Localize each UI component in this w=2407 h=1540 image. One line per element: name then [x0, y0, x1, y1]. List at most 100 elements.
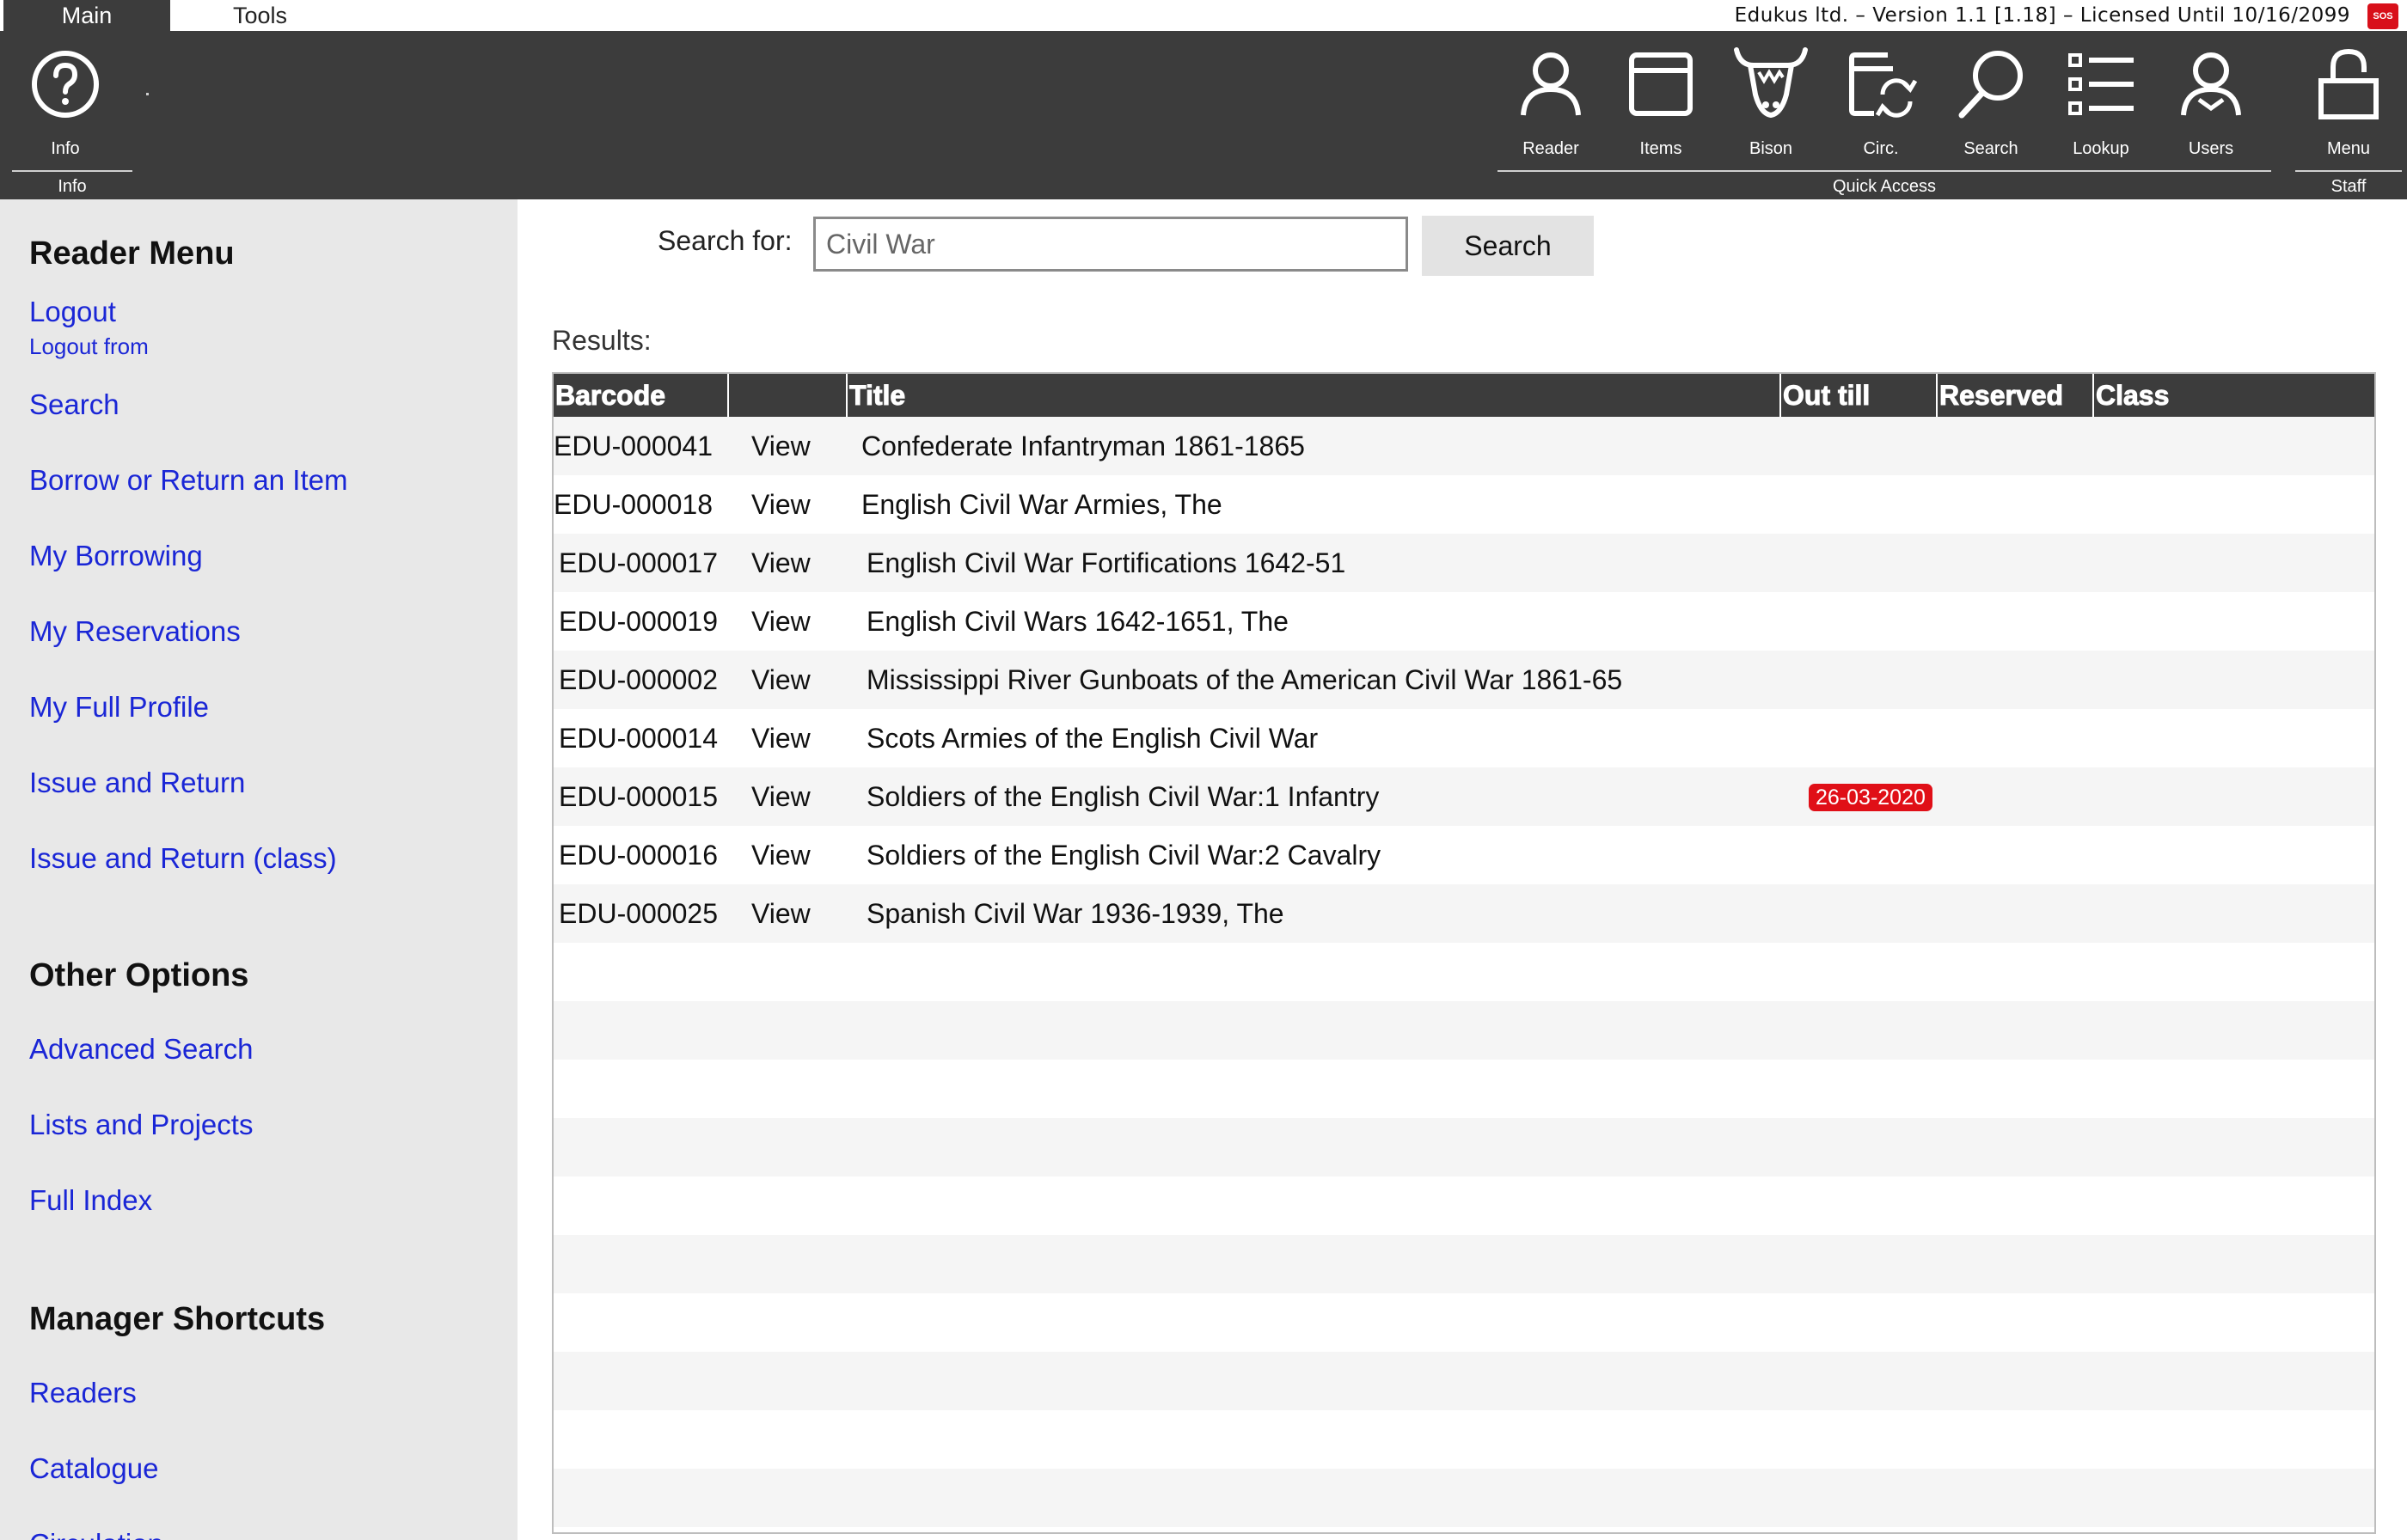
column-header-title[interactable]: Title	[848, 374, 1707, 417]
empty-row	[554, 1352, 2374, 1410]
sidebar-item-my-borrowing[interactable]: My Borrowing	[29, 540, 203, 572]
person-icon	[1521, 52, 1581, 116]
empty-row	[554, 1235, 2374, 1293]
title-cell: English Civil War Armies, The	[861, 489, 1222, 520]
column-header-barcode[interactable]: Barcode	[554, 374, 674, 417]
question-circle-icon	[32, 51, 99, 118]
column-header-view	[729, 374, 844, 417]
bison-icon	[1734, 47, 1808, 118]
quick-access-group-label: Quick Access	[1832, 177, 1937, 196]
staff-group-line	[2295, 170, 2402, 172]
table-row[interactable]: EDU-000018 View English Civil War Armies…	[554, 475, 2374, 534]
sidebar-item-logout-from[interactable]: Logout from	[29, 333, 149, 360]
title-cell: English Civil War Fortifications 1642-51	[867, 547, 1346, 578]
tab-strip: Main Tools Edukus ltd. – Version 1.1 [1.…	[0, 0, 2407, 31]
users-button[interactable]: Users	[2158, 43, 2264, 189]
empty-row	[554, 943, 2374, 1001]
items-label: Items	[1639, 139, 1682, 158]
tab-tools[interactable]: Tools	[172, 0, 348, 31]
title-cell: Spanish Civil War 1936-1939, The	[867, 898, 1284, 929]
empty-row	[554, 1293, 2374, 1352]
reader-button[interactable]: Reader	[1497, 43, 1604, 189]
view-link[interactable]: View	[751, 709, 811, 767]
reserved-date-badge: 26-03-2020	[1809, 784, 1932, 811]
lookup-label: Lookup	[2073, 139, 2129, 158]
circulation-label: Circ.	[1863, 139, 1899, 158]
column-header-reserved[interactable]: Reserved	[1938, 374, 2084, 417]
table-body: EDU-000041 View Confederate Infantryman …	[554, 417, 2374, 1532]
table-row[interactable]: EDU-000002 View Mississippi River Gunboa…	[554, 651, 2374, 709]
barcode-cell: EDU-000014	[559, 723, 718, 754]
menu-button[interactable]: Menu	[2295, 43, 2402, 189]
view-link[interactable]: View	[751, 592, 811, 651]
empty-row	[554, 1118, 2374, 1176]
column-header-class[interactable]: Class	[2094, 374, 2266, 417]
search-input[interactable]	[813, 217, 1408, 272]
view-link[interactable]: View	[751, 534, 811, 592]
search-button[interactable]: Search	[1422, 216, 1594, 276]
view-link[interactable]: View	[751, 475, 811, 534]
window-icon	[1629, 52, 1693, 116]
view-link[interactable]: View	[751, 826, 811, 884]
table-row[interactable]: EDU-000017 View English Civil War Fortif…	[554, 534, 2374, 592]
barcode-cell: EDU-000002	[559, 664, 718, 695]
tab-main[interactable]: Main	[3, 0, 170, 31]
sidebar-item-my-reservations[interactable]: My Reservations	[29, 615, 241, 648]
manager-shortcuts-heading: Manager Shortcuts	[29, 1301, 326, 1337]
results-label: Results:	[552, 325, 652, 356]
barcode-cell: EDU-000019	[559, 606, 718, 637]
sidebar-item-search[interactable]: Search	[29, 388, 119, 421]
users-icon	[2181, 52, 2241, 116]
toolbar-dot	[146, 93, 149, 95]
table-row[interactable]: EDU-000014 View Scots Armies of the Engl…	[554, 709, 2374, 767]
search-toolbar-label: Search	[1963, 139, 2018, 158]
sidebar-item-logout[interactable]: Logout	[29, 296, 116, 328]
title-cell: English Civil Wars 1642-1651, The	[867, 606, 1289, 637]
table-row[interactable]: EDU-000016 View Soldiers of the English …	[554, 826, 2374, 884]
circulation-button[interactable]: Circ.	[1828, 43, 1934, 189]
bison-button[interactable]: Bison	[1718, 43, 1824, 189]
bison-label: Bison	[1749, 139, 1793, 158]
sidebar-item-circulation[interactable]: Circulation	[29, 1528, 163, 1540]
empty-row	[554, 1176, 2374, 1235]
view-link[interactable]: View	[751, 767, 811, 826]
view-link[interactable]: View	[751, 417, 811, 475]
reader-menu-heading: Reader Menu	[29, 235, 235, 272]
sidebar-item-catalogue[interactable]: Catalogue	[29, 1452, 158, 1485]
column-header-out-till[interactable]: Out till	[1781, 374, 1927, 417]
table-row[interactable]: EDU-000019 View English Civil Wars 1642-…	[554, 592, 2374, 651]
sos-button[interactable]: SOS	[2367, 3, 2398, 29]
search-icon	[1958, 51, 2023, 119]
info-button[interactable]: Info	[12, 43, 119, 189]
version-info: Edukus ltd. – Version 1.1 [1.18] – Licen…	[1734, 4, 2350, 27]
sidebar-item-advanced-search[interactable]: Advanced Search	[29, 1033, 254, 1066]
view-link[interactable]: View	[751, 651, 811, 709]
table-row[interactable]: EDU-000041 View Confederate Infantryman …	[554, 417, 2374, 475]
title-cell: Confederate Infantryman 1861-1865	[861, 431, 1305, 461]
barcode-cell: EDU-000018	[554, 489, 713, 520]
list-icon	[2068, 53, 2134, 115]
barcode-cell: EDU-000015	[559, 781, 718, 812]
barcode-cell: EDU-000017	[559, 547, 718, 578]
items-button[interactable]: Items	[1608, 43, 1714, 189]
empty-row	[554, 1060, 2374, 1118]
info-group-label: Info	[58, 177, 87, 196]
sidebar-item-issue-return[interactable]: Issue and Return	[29, 767, 245, 799]
lookup-button[interactable]: Lookup	[2048, 43, 2154, 189]
other-options-heading: Other Options	[29, 957, 249, 993]
table-row[interactable]: EDU-000025 View Spanish Civil War 1936-1…	[554, 884, 2374, 943]
sidebar-item-lists-projects[interactable]: Lists and Projects	[29, 1109, 253, 1141]
menu-label: Menu	[2326, 139, 2371, 158]
sidebar-item-issue-return-class[interactable]: Issue and Return (class)	[29, 842, 337, 875]
search-label: Search for:	[658, 225, 793, 256]
table-row[interactable]: EDU-000015 View Soldiers of the English …	[554, 767, 2374, 826]
sidebar-item-readers[interactable]: Readers	[29, 1377, 137, 1409]
sidebar-item-full-index[interactable]: Full Index	[29, 1184, 152, 1217]
info-label: Info	[51, 139, 80, 158]
sidebar-item-my-full-profile[interactable]: My Full Profile	[29, 691, 209, 724]
search-toolbar-button[interactable]: Search	[1938, 43, 2044, 189]
empty-row	[554, 1001, 2374, 1060]
sidebar-item-borrow-return[interactable]: Borrow or Return an Item	[29, 464, 347, 497]
title-cell: Mississippi River Gunboats of the Americ…	[867, 664, 1623, 695]
view-link[interactable]: View	[751, 884, 811, 943]
